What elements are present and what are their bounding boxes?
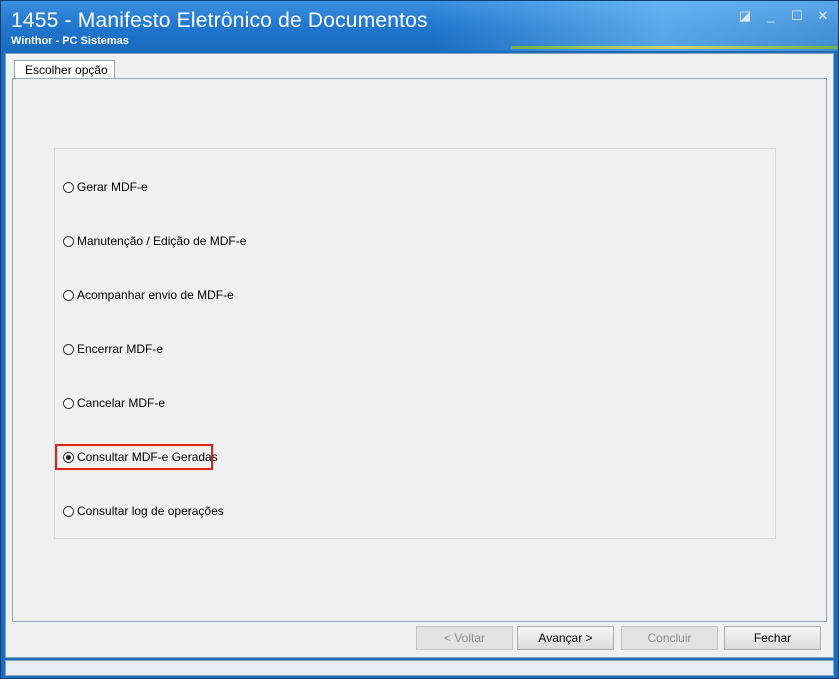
close-icon[interactable]: ✕ — [816, 9, 830, 23]
maximize-icon[interactable]: ☐ — [790, 9, 804, 23]
tab-escolher-opcao[interactable]: Escolher opção — [14, 60, 115, 80]
option-label: Consultar log de operações — [77, 504, 224, 518]
radio-icon[interactable] — [63, 343, 74, 355]
minimize-icon[interactable]: _ — [764, 9, 778, 23]
restore-icon[interactable]: ◪ — [738, 9, 752, 23]
button-bar: < Voltar Avançar > Concluir Fechar — [6, 624, 833, 657]
back-button[interactable]: < Voltar — [416, 626, 513, 650]
title-bar-accent — [511, 46, 838, 49]
option-encerrar-mdfe[interactable]: Encerrar MDF-e — [63, 339, 163, 359]
tab-panel: Gerar MDF-e Manutenção / Edição de MDF-e… — [12, 78, 827, 622]
radio-icon[interactable] — [63, 235, 74, 247]
option-gerar-mdfe[interactable]: Gerar MDF-e — [63, 177, 148, 197]
options-group: Gerar MDF-e Manutenção / Edição de MDF-e… — [54, 148, 776, 539]
option-label: Gerar MDF-e — [77, 180, 148, 194]
window-title: 1455 - Manifesto Eletrônico de Documento… — [11, 9, 428, 32]
option-acompanhar-envio[interactable]: Acompanhar envio de MDF-e — [63, 285, 234, 305]
next-button[interactable]: Avançar > — [517, 626, 614, 650]
option-label: Acompanhar envio de MDF-e — [77, 288, 234, 302]
option-label: Manutenção / Edição de MDF-e — [77, 234, 247, 248]
status-bar — [5, 660, 834, 676]
window-subtitle: Winthor - PC Sistemas — [11, 35, 129, 47]
option-label: Encerrar MDF-e — [77, 342, 164, 356]
option-manutencao-mdfe[interactable]: Manutenção / Edição de MDF-e — [63, 231, 246, 251]
title-bar[interactable]: 1455 - Manifesto Eletrônico de Documento… — [1, 1, 838, 51]
option-label: Cancelar MDF-e — [77, 396, 166, 410]
radio-icon[interactable] — [63, 289, 74, 301]
finish-button[interactable]: Concluir — [621, 626, 718, 650]
radio-icon[interactable] — [63, 397, 74, 409]
highlight-box — [55, 444, 213, 470]
option-consultar-log[interactable]: Consultar log de operações — [63, 501, 224, 521]
close-button[interactable]: Fechar — [724, 626, 821, 650]
radio-icon[interactable] — [63, 505, 74, 517]
option-cancelar-mdfe[interactable]: Cancelar MDF-e — [63, 393, 165, 413]
main-content: Escolher opção Gerar MDF-e Manutenção / … — [5, 53, 834, 658]
window-controls: ◪ _ ☐ ✕ — [738, 9, 830, 23]
app-window: 1455 - Manifesto Eletrônico de Documento… — [0, 0, 839, 679]
radio-icon[interactable] — [63, 181, 74, 193]
